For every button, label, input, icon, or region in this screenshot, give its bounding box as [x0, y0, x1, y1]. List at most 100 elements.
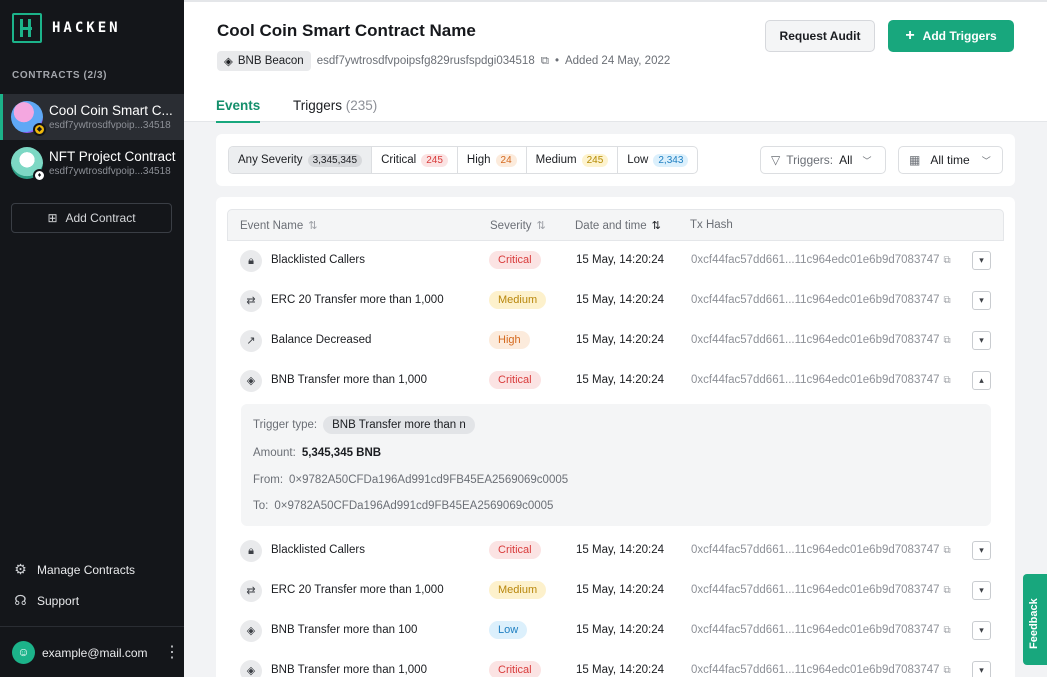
sort-icon: ⇅ [308, 220, 318, 232]
chevron-down-icon[interactable]: ▾ [972, 661, 991, 677]
chevron-down-icon[interactable]: ▾ [972, 251, 991, 270]
time-filter-dropdown[interactable]: ▦ All time ﹀ [898, 146, 1003, 174]
triggers-filter-dropdown[interactable]: ▽ Triggers: All ﹀ [760, 146, 886, 174]
severity-count: 24 [495, 153, 517, 167]
severity-label: High [466, 154, 491, 166]
severity-medium[interactable]: Medium 245 [527, 147, 619, 173]
contract-address: esdf7ywtrosdfvpoip...34518 [49, 166, 171, 177]
severity-filter: Any Severity 3,345,345 Critical 245 High… [228, 146, 699, 174]
severity-badge: High [489, 331, 530, 349]
event-detail-panel: Trigger type: BNB Transfer more than n A… [241, 404, 991, 526]
column-event-name[interactable]: Event Name ⇅ [240, 219, 318, 233]
table-row[interactable]: ◈ BNB Transfer more than 100 Low 15 May,… [227, 611, 1004, 651]
plus-icon: + [905, 27, 915, 44]
lock-icon: 🔒︎ [240, 540, 262, 562]
manage-contracts-label: Manage Contracts [37, 562, 136, 577]
tx-hash: 0xcf44fac57dd661...11c964edc01e6b9d70837… [691, 544, 940, 556]
column-date[interactable]: Date and time ⇅ [575, 219, 661, 233]
add-triggers-label: Add Triggers [922, 29, 997, 43]
table-row[interactable]: ⇄ ERC 20 Transfer more than 1,000 Medium… [227, 571, 1004, 611]
tx-hash-link[interactable]: 0xcf44fac57dd661...11c964edc01e6b9d70837… [691, 584, 951, 596]
severity-low[interactable]: Low 2,343 [618, 147, 697, 173]
tx-hash-link[interactable]: 0xcf44fac57dd661...11c964edc01e6b9d70837… [691, 334, 951, 346]
severity-badge: Medium [489, 581, 547, 599]
external-link-icon: ⧉ [943, 375, 951, 386]
column-label: Severity [490, 219, 532, 232]
add-contract-button[interactable]: ⊞ Add Contract [11, 203, 172, 233]
detail-amount: Amount: 5,345,345 BNB [253, 447, 381, 459]
chevron-down-icon[interactable]: ▾ [972, 621, 991, 640]
chain-name: BNB Beacon [237, 55, 304, 67]
external-link-icon: ⧉ [943, 585, 951, 596]
severity-any[interactable]: Any Severity 3,345,345 [229, 147, 373, 173]
detail-label: From: [253, 474, 284, 486]
contract-avatar: ◆ [11, 101, 46, 136]
user-account[interactable]: ☺ example@mail.com [12, 641, 148, 664]
detail-trigger-type: Trigger type: BNB Transfer more than n [253, 416, 475, 434]
column-tx-hash: Tx Hash [690, 219, 733, 231]
from-address[interactable]: 0×9782A50CFDa196Ad991cd9FB45EA2569069c00… [289, 474, 568, 486]
brand-logo[interactable]: HACKEN [12, 13, 121, 43]
tx-hash-link[interactable]: 0xcf44fac57dd661...11c964edc01e6b9d70837… [691, 664, 951, 676]
feedback-label: Feedback [1028, 598, 1040, 649]
severity-high[interactable]: High 24 [458, 147, 527, 173]
chevron-down-icon[interactable]: ▾ [972, 291, 991, 310]
table-row[interactable]: ↗ Balance Decreased High 15 May, 14:20:2… [227, 321, 1004, 361]
event-date: 15 May, 14:20:24 [576, 294, 665, 306]
chevron-up-icon[interactable]: ▴ [972, 371, 991, 390]
table-row[interactable]: ⇄ ERC 20 Transfer more than 1,000 Medium… [227, 281, 1004, 321]
request-audit-button[interactable]: Request Audit [765, 20, 875, 52]
page-title: Cool Coin Smart Contract Name [217, 21, 476, 40]
feedback-tab[interactable]: Feedback [1023, 574, 1047, 665]
headset-icon: ☊ [14, 592, 27, 608]
tx-hash-link[interactable]: 0xcf44fac57dd661...11c964edc01e6b9d70837… [691, 254, 951, 266]
severity-count: 2,343 [653, 153, 689, 167]
add-file-icon: ⊞ [47, 211, 58, 225]
manage-contracts-link[interactable]: ⚙ Manage Contracts [13, 562, 135, 577]
add-contract-label: Add Contract [65, 211, 136, 225]
severity-badge: Critical [489, 371, 541, 389]
tab-events[interactable]: Events [216, 98, 261, 123]
chevron-down-icon[interactable]: ▾ [972, 581, 991, 600]
tx-hash-link[interactable]: 0xcf44fac57dd661...11c964edc01e6b9d70837… [691, 374, 951, 386]
tx-hash-link[interactable]: 0xcf44fac57dd661...11c964edc01e6b9d70837… [691, 624, 951, 636]
severity-badge: Low [489, 621, 528, 639]
column-label: Tx Hash [690, 219, 733, 231]
tx-hash: 0xcf44fac57dd661...11c964edc01e6b9d70837… [691, 334, 940, 346]
chevron-down-icon[interactable]: ▾ [972, 541, 991, 560]
tx-hash-link[interactable]: 0xcf44fac57dd661...11c964edc01e6b9d70837… [691, 294, 951, 306]
event-name: BNB Transfer more than 1,000 [271, 664, 427, 676]
event-name: Balance Decreased [271, 334, 372, 346]
tab-label: Events [216, 98, 261, 113]
trigger-type-chip[interactable]: BNB Transfer more than n [323, 416, 475, 434]
triggers-filter-label: Triggers: [786, 153, 834, 167]
table-row[interactable]: ◈ BNB Transfer more than 1,000 Critical … [227, 651, 1004, 677]
table-row-expanded[interactable]: ◈ BNB Transfer more than 1,000 Critical … [227, 361, 1004, 401]
severity-count: 245 [581, 153, 609, 167]
severity-critical[interactable]: Critical 245 [372, 147, 458, 173]
support-label: Support [37, 593, 80, 608]
column-severity[interactable]: Severity ⇅ [490, 219, 546, 233]
table-row[interactable]: 🔒︎ Blacklisted Callers Critical 15 May, … [227, 531, 1004, 571]
event-name: Blacklisted Callers [271, 544, 365, 556]
tx-hash-link[interactable]: 0xcf44fac57dd661...11c964edc01e6b9d70837… [691, 544, 951, 556]
add-triggers-button[interactable]: + Add Triggers [888, 20, 1014, 52]
tab-triggers[interactable]: Triggers (235) [293, 98, 377, 121]
event-name: BNB Transfer more than 1,000 [271, 374, 427, 386]
added-date: Added 24 May, 2022 [564, 55, 671, 67]
to-address[interactable]: 0×9782A50CFDa196Ad991cd9FB45EA2569069c00… [274, 500, 553, 512]
chevron-down-icon[interactable]: ▾ [972, 331, 991, 350]
support-link[interactable]: ☊ Support [13, 593, 79, 608]
sidebar-contract-cool-coin[interactable]: ◆ Cool Coin Smart C... esdf7ywtrosdfvpoi… [0, 94, 184, 140]
severity-label: Critical [381, 154, 417, 166]
contract-name: Cool Coin Smart C... [49, 103, 173, 118]
hacken-logo-icon [12, 13, 42, 43]
eth-icon: ♦ [33, 169, 46, 182]
external-link-icon[interactable]: ⧉ [541, 55, 549, 68]
external-link-icon: ⧉ [943, 335, 951, 346]
chevron-down-icon: ﹀ [981, 155, 991, 166]
more-options-icon[interactable]: ⋮ [164, 643, 180, 663]
table-row[interactable]: 🔒︎ Blacklisted Callers Critical 15 May, … [227, 241, 1004, 281]
table-header: Event Name ⇅ Severity ⇅ Date and time ⇅ … [227, 209, 1004, 241]
sidebar-contract-nft-project[interactable]: ♦ NFT Project Contract esdf7ywtrosdfvpoi… [0, 140, 184, 186]
